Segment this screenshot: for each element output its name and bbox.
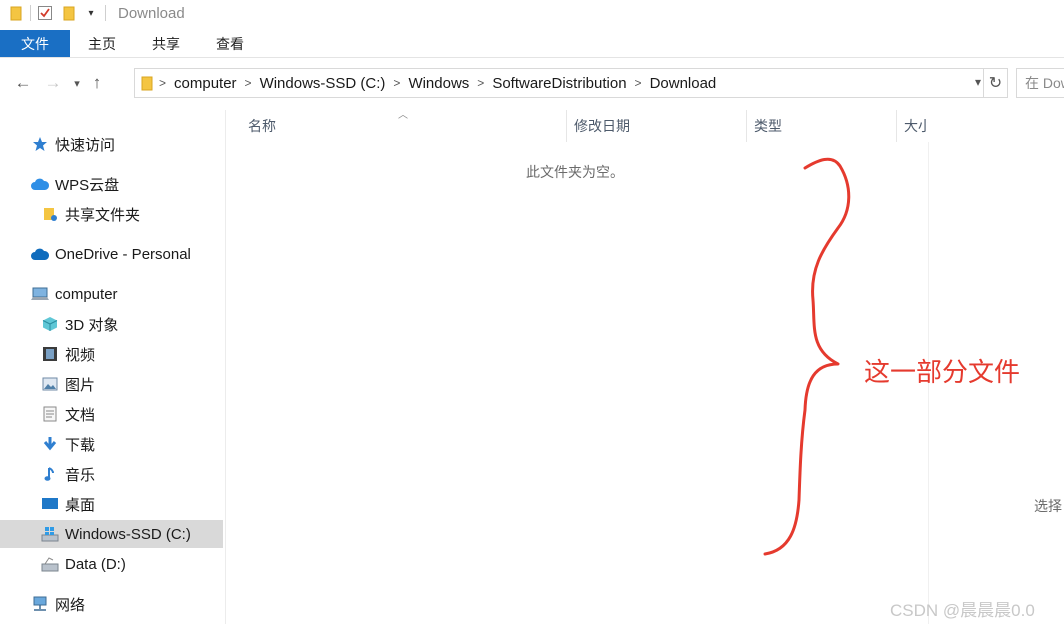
refresh-icon[interactable]: ↻ [984, 68, 1008, 98]
sidebar-item-label: 图片 [65, 376, 96, 394]
cloud-icon [30, 174, 50, 194]
sidebar-item-label: 音乐 [65, 466, 96, 484]
sidebar-item-label: OneDrive - Personal [55, 245, 191, 263]
sidebar-item[interactable]: 快速访问 [0, 130, 223, 158]
chevron-right-icon[interactable]: > [473, 76, 488, 90]
pictures-icon [40, 374, 60, 394]
sidebar-item[interactable]: WPS云盘 [0, 170, 223, 198]
title-bar: ▾ Download [0, 0, 1064, 26]
chevron-right-icon[interactable]: > [241, 76, 256, 90]
column-header-date[interactable]: 修改日期 [566, 110, 746, 142]
desktop-icon [40, 494, 60, 514]
breadcrumb-download[interactable]: Download [646, 75, 721, 92]
star-icon [30, 134, 50, 154]
empty-folder-message: 此文件夹为空。 [526, 164, 624, 180]
sidebar-item[interactable]: 文档 [0, 400, 223, 428]
sidebar-item[interactable]: 下载 [0, 430, 223, 458]
folder-icon [141, 76, 155, 91]
sidebar-item[interactable]: computer [0, 280, 223, 308]
forward-arrow-icon[interactable]: → [38, 68, 68, 98]
sidebar-item[interactable]: Data (D:) [0, 550, 223, 578]
annotation-label: 这一部分文件 [864, 357, 1021, 387]
tab-view[interactable]: 查看 [198, 30, 262, 57]
sidebar-item[interactable]: 网络 [0, 590, 223, 618]
properties-checkbox-icon[interactable] [37, 5, 53, 21]
column-header-type[interactable]: 类型 [746, 110, 896, 142]
sidebar-item-label: 桌面 [65, 496, 96, 514]
column-header-size[interactable]: 大小 [896, 110, 928, 142]
tab-home[interactable]: 主页 [70, 30, 134, 57]
breadcrumb-windows-ssd[interactable]: Windows-SSD (C:) [256, 75, 390, 92]
sidebar-item-label: 视频 [65, 346, 96, 364]
navigation-bar: ← → ▾ ↑ > computer > Windows-SSD (C:) > … [0, 64, 1064, 102]
customize-toolbar-dropdown-icon[interactable]: ▾ [83, 5, 99, 21]
windows-drive-icon [40, 524, 60, 544]
chevron-right-icon[interactable]: > [389, 76, 404, 90]
tab-file[interactable]: 文件 [0, 30, 70, 57]
recent-locations-chevron-icon[interactable]: ▾ [68, 68, 86, 98]
toolbar-divider [30, 5, 31, 21]
watermark: CSDN @晨晨晨0.0 [890, 601, 1035, 620]
tab-share[interactable]: 共享 [134, 30, 198, 57]
toolbar-divider [105, 5, 106, 21]
search-input[interactable]: 在 Download 中搜索 [1016, 68, 1064, 98]
up-arrow-icon[interactable]: ↑ [86, 68, 108, 98]
sidebar-item[interactable]: 图片 [0, 370, 223, 398]
3d-objects-icon [40, 314, 60, 334]
documents-icon [40, 404, 60, 424]
computer-icon [30, 284, 50, 304]
sidebar-item-label: 下载 [65, 436, 96, 454]
sidebar-item[interactable]: 视频 [0, 340, 223, 368]
sidebar-item[interactable]: OneDrive - Personal [0, 240, 223, 268]
sidebar-item-label: computer [55, 285, 118, 303]
sort-ascending-icon: ︿ [398, 110, 408, 121]
sidebar-item-label: 文档 [65, 406, 96, 424]
chevron-right-icon[interactable]: > [155, 76, 170, 90]
breadcrumb-windows[interactable]: Windows [404, 75, 473, 92]
new-folder-icon[interactable] [61, 5, 77, 21]
chevron-down-icon[interactable]: ▾ [975, 75, 981, 89]
download-icon [40, 434, 60, 454]
folder-icon[interactable] [8, 5, 24, 21]
sidebar-item-label: 3D 对象 [65, 316, 119, 334]
breadcrumb-computer[interactable]: computer [170, 75, 241, 92]
breadcrumb-softwaredistribution[interactable]: SoftwareDistribution [488, 75, 630, 92]
sidebar-item[interactable]: 3D 对象 [0, 310, 223, 338]
music-icon [40, 464, 60, 484]
video-icon [40, 344, 60, 364]
address-bar[interactable]: > computer > Windows-SSD (C:) > Windows … [134, 68, 984, 98]
sidebar-item-label: Data (D:) [65, 555, 126, 573]
sidebar-item[interactable]: 共享文件夹 [0, 200, 223, 228]
sidebar-item-label: WPS云盘 [55, 176, 120, 194]
navigation-pane: 快速访问 WPS云盘共享文件夹 OneDrive - Personal compute… [0, 110, 226, 624]
ribbon-tabs: 文件 主页 共享 查看 [0, 30, 1064, 58]
sidebar-item-label: 共享文件夹 [65, 206, 141, 224]
sidebar-item-label: Windows-SSD (C:) [65, 525, 191, 543]
window-title: Download [118, 4, 185, 22]
sidebar-item-label: 快速访问 [55, 136, 116, 154]
sidebar-item[interactable]: 桌面 [0, 490, 223, 518]
drive-icon [40, 554, 60, 574]
sidebar-item-label: 网络 [55, 596, 86, 614]
shared-folder-icon [40, 204, 60, 224]
chevron-right-icon[interactable]: > [631, 76, 646, 90]
back-arrow-icon[interactable]: ← [8, 68, 38, 98]
preview-pane-message: 选择 [1034, 498, 1062, 514]
onedrive-icon [30, 244, 50, 264]
network-icon [30, 594, 50, 614]
sidebar-item[interactable]: Windows-SSD (C:) [0, 520, 223, 548]
sidebar-item[interactable]: 音乐 [0, 460, 223, 488]
